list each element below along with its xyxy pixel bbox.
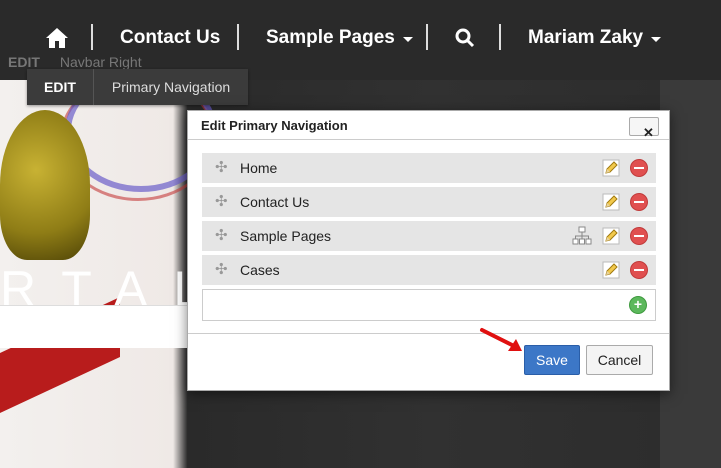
close-button[interactable]: ✕	[629, 117, 659, 140]
drag-handle-icon[interactable]: ✣	[215, 194, 231, 210]
add-item-row: +	[202, 289, 656, 321]
edit-pencil-icon[interactable]	[602, 193, 620, 211]
caret-down-icon	[651, 36, 662, 42]
remove-icon[interactable]	[630, 159, 648, 177]
remove-icon[interactable]	[630, 227, 648, 245]
annotation-arrow-icon	[480, 328, 522, 351]
nav-separator	[426, 24, 428, 50]
edit-bar-label: Primary Navigation	[111, 79, 231, 95]
nav-item-label: Contact Us	[240, 194, 310, 210]
add-icon[interactable]: +	[629, 296, 647, 314]
nav-list-item[interactable]: ✣ Sample Pages	[202, 221, 656, 251]
edit-bar-label: Navbar Right	[59, 54, 142, 70]
drag-handle-icon[interactable]: ✣	[215, 228, 231, 244]
drag-handle-icon[interactable]: ✣	[215, 160, 231, 176]
dialog-titlebar: Edit Primary Navigation ✕	[188, 111, 669, 140]
nav-separator	[499, 24, 501, 50]
nav-list-item[interactable]: ✣ Home	[202, 153, 656, 183]
nav-list-item[interactable]: ✣ Contact Us	[202, 187, 656, 217]
navigation-item-list: ✣ Home ✣ Contact Us ✣ Sample Pages ✣ Cas…	[202, 153, 656, 321]
remove-icon[interactable]	[630, 261, 648, 279]
edit-pencil-icon[interactable]	[602, 227, 620, 245]
nav-separator	[237, 24, 239, 50]
nav-label: Mariam Zaky	[528, 27, 644, 48]
nav-list-item[interactable]: ✣ Cases	[202, 255, 656, 285]
nav-item-label: Cases	[240, 262, 280, 278]
search-icon	[455, 28, 475, 48]
nav-label: Sample Pages	[266, 27, 395, 48]
hero-decoration	[0, 110, 90, 260]
nav-item-label: Home	[240, 160, 278, 176]
dialog-title: Edit Primary Navigation	[201, 118, 348, 133]
caret-down-icon	[402, 36, 413, 42]
edit-pencil-icon[interactable]	[602, 261, 620, 279]
drag-handle-icon[interactable]: ✣	[215, 262, 231, 278]
sitemap-icon[interactable]	[572, 226, 592, 246]
nav-sample-pages[interactable]: Sample Pages	[266, 0, 413, 76]
nav-search[interactable]	[455, 0, 475, 76]
save-button[interactable]: Save	[524, 345, 580, 375]
edit-button[interactable]: EDIT	[0, 54, 48, 70]
cancel-button[interactable]: Cancel	[586, 345, 653, 375]
nav-item-label: Sample Pages	[240, 228, 332, 244]
close-icon: ✕	[643, 125, 654, 140]
nav-user-menu[interactable]: Mariam Zaky	[528, 0, 662, 76]
edit-button[interactable]: EDIT	[27, 69, 94, 105]
edit-pencil-icon[interactable]	[602, 159, 620, 177]
edit-primary-navigation-bar: EDIT Primary Navigation	[27, 69, 249, 105]
remove-icon[interactable]	[630, 193, 648, 211]
